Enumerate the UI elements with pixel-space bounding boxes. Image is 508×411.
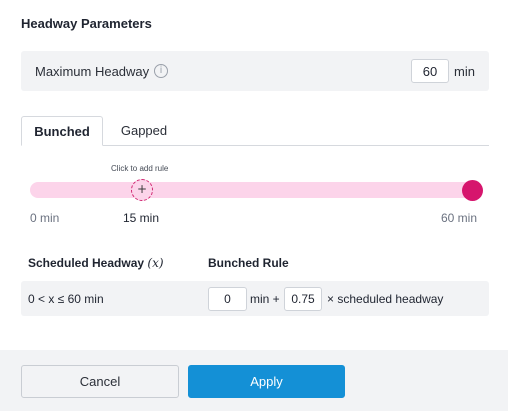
headway-slider-track[interactable]: [30, 182, 476, 198]
tab-bunched[interactable]: Bunched: [21, 116, 103, 146]
maximum-headway-unit: min: [454, 64, 475, 79]
cancel-button[interactable]: Cancel: [21, 365, 179, 398]
rule-min-plus-text: min +: [250, 292, 280, 306]
scheduled-headway-header-label: Scheduled Headway: [28, 256, 145, 270]
rule-minutes-input[interactable]: [208, 287, 247, 311]
add-rule-hint: Click to add rule: [111, 164, 169, 173]
maximum-headway-label: Maximum Headway: [35, 64, 150, 79]
apply-button[interactable]: Apply: [188, 365, 345, 398]
tab-gapped[interactable]: Gapped: [103, 116, 185, 146]
scheduled-headway-header: Scheduled Headway (x): [28, 256, 164, 270]
info-icon[interactable]: i: [154, 64, 168, 78]
slider-end-handle[interactable]: [462, 180, 483, 201]
rule-range: 0 < x ≤ 60 min: [28, 292, 104, 306]
slider-marker-label: 15 min: [123, 211, 160, 225]
add-rule-point[interactable]: +: [131, 179, 153, 201]
maximum-headway-row: Maximum Headway i min: [21, 51, 489, 91]
slider-max-label: 60 min: [441, 211, 478, 225]
maximum-headway-input[interactable]: [411, 59, 449, 83]
slider-min-label: 0 min: [30, 211, 60, 225]
rule-scheduled-text: × scheduled headway: [327, 292, 444, 306]
scheduled-headway-variable: (x): [147, 256, 164, 270]
rule-multiplier-input[interactable]: [284, 287, 322, 311]
bunched-rule-header: Bunched Rule: [208, 256, 289, 270]
section-title: Headway Parameters: [21, 16, 152, 31]
rule-row: 0 < x ≤ 60 min min + × scheduled headway: [21, 281, 489, 316]
